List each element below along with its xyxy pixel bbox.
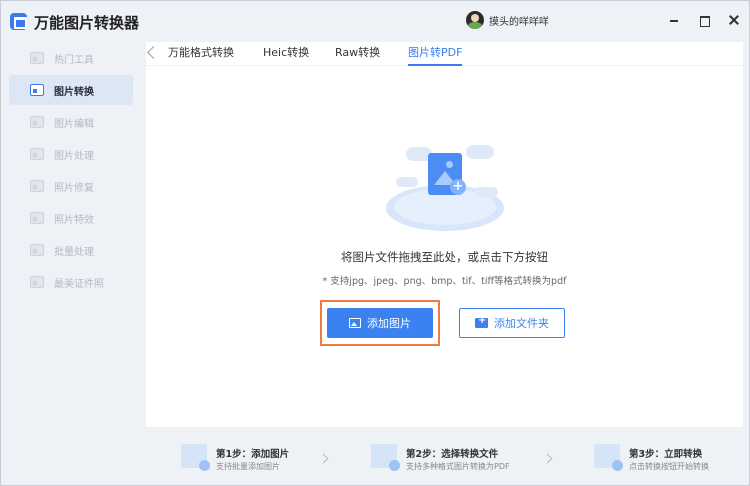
add-image-button[interactable]: 添加图片 xyxy=(327,308,433,338)
tab-bar: 万能格式转换 Heic转换 Raw转换 图片转PDF xyxy=(146,42,743,66)
sidebar-item-batch-process[interactable]: 批量处理 xyxy=(9,235,133,265)
sidebar: 热门工具 图片转换 图片编辑 图片处理 照片修复 照片特效 批量处理 最美证件照 xyxy=(1,42,141,442)
folder-plus-icon xyxy=(475,315,488,328)
image-edit-icon xyxy=(30,116,44,128)
app-title: 万能图片转换器 xyxy=(34,14,140,32)
sidebar-item-label: 最美证件照 xyxy=(54,278,104,290)
add-folder-label: 添加文件夹 xyxy=(494,317,549,330)
photo-effects-icon xyxy=(30,212,44,224)
image-process-icon xyxy=(30,148,44,160)
window-controls xyxy=(667,13,741,27)
sidebar-item-label: 图片转换 xyxy=(54,86,94,98)
tab-image-to-pdf[interactable]: 图片转PDF xyxy=(408,44,463,66)
add-image-step-icon xyxy=(181,444,210,471)
sidebar-item-label: 图片编辑 xyxy=(54,118,94,130)
step-subtitle: 点击转换按钮开始转换 xyxy=(629,462,709,471)
avatar[interactable] xyxy=(466,11,484,29)
step-subtitle: 支持批量添加图片 xyxy=(216,462,280,471)
cloud-icon xyxy=(396,177,418,187)
sidebar-item-image-convert[interactable]: 图片转换 xyxy=(9,75,133,105)
sidebar-item-label: 批量处理 xyxy=(54,246,94,258)
sidebar-item-label: 图片处理 xyxy=(54,150,94,162)
step-title: 第2步：选择转换文件 xyxy=(406,449,499,460)
plus-icon: + xyxy=(450,179,466,195)
photo-repair-icon xyxy=(30,180,44,192)
tab-universal-format[interactable]: 万能格式转换 xyxy=(168,44,234,66)
chevron-right-icon xyxy=(318,453,329,464)
sidebar-item-photo-repair[interactable]: 照片修复 xyxy=(9,171,133,201)
cloud-icon xyxy=(466,145,494,159)
upload-illustration: + xyxy=(386,137,506,232)
select-file-step-icon xyxy=(371,444,400,471)
user-profile[interactable]: 摸头的咩咩咩 xyxy=(466,11,549,29)
sidebar-item-label: 照片修复 xyxy=(54,182,94,194)
cloud-icon xyxy=(474,187,498,197)
step-subtitle: 支持多种格式图片转换为PDF xyxy=(406,462,510,471)
sidebar-item-id-photo[interactable]: 最美证件照 xyxy=(9,267,133,297)
supported-formats: * 支持jpg、jpeg、png、bmp、tif、tiff等格式转换为pdf xyxy=(322,276,567,287)
tab-heic[interactable]: Heic转换 xyxy=(263,44,309,66)
id-photo-icon xyxy=(30,276,44,288)
hot-tools-icon xyxy=(30,52,44,64)
sidebar-item-label: 照片特效 xyxy=(54,214,94,226)
sidebar-item-image-edit[interactable]: 图片编辑 xyxy=(9,107,133,137)
app-logo-icon xyxy=(10,13,27,30)
username[interactable]: 摸头的咩咩咩 xyxy=(489,13,549,28)
steps-bar: 第1步：添加图片 支持批量添加图片 第2步：选择转换文件 支持多种格式图片转换为… xyxy=(146,431,743,481)
tab-raw[interactable]: Raw转换 xyxy=(335,44,380,66)
image-convert-icon xyxy=(30,84,44,96)
sidebar-item-label: 热门工具 xyxy=(54,54,94,66)
add-folder-button[interactable]: 添加文件夹 xyxy=(459,308,565,338)
step-title: 第3步：立即转换 xyxy=(629,449,703,460)
main-panel: 万能格式转换 Heic转换 Raw转换 图片转PDF + 将图片文件拖拽至此处，… xyxy=(146,42,743,427)
title-bar: 万能图片转换器 摸头的咩咩咩 xyxy=(1,1,749,41)
sidebar-item-hot-tools[interactable]: 热门工具 xyxy=(9,43,133,73)
sidebar-item-image-process[interactable]: 图片处理 xyxy=(9,139,133,169)
close-icon[interactable] xyxy=(727,13,741,27)
batch-process-icon xyxy=(30,244,44,256)
sidebar-item-photo-effects[interactable]: 照片特效 xyxy=(9,203,133,233)
add-image-label: 添加图片 xyxy=(367,317,411,330)
back-arrow-icon[interactable] xyxy=(147,46,160,59)
drop-instruction: 将图片文件拖拽至此处，或点击下方按钮 xyxy=(341,250,548,264)
maximize-icon[interactable] xyxy=(697,13,711,27)
chevron-right-icon xyxy=(542,453,553,464)
step-title: 第1步：添加图片 xyxy=(216,449,290,460)
convert-step-icon xyxy=(594,444,623,471)
image-icon xyxy=(349,318,361,328)
minimize-icon[interactable] xyxy=(667,13,681,27)
